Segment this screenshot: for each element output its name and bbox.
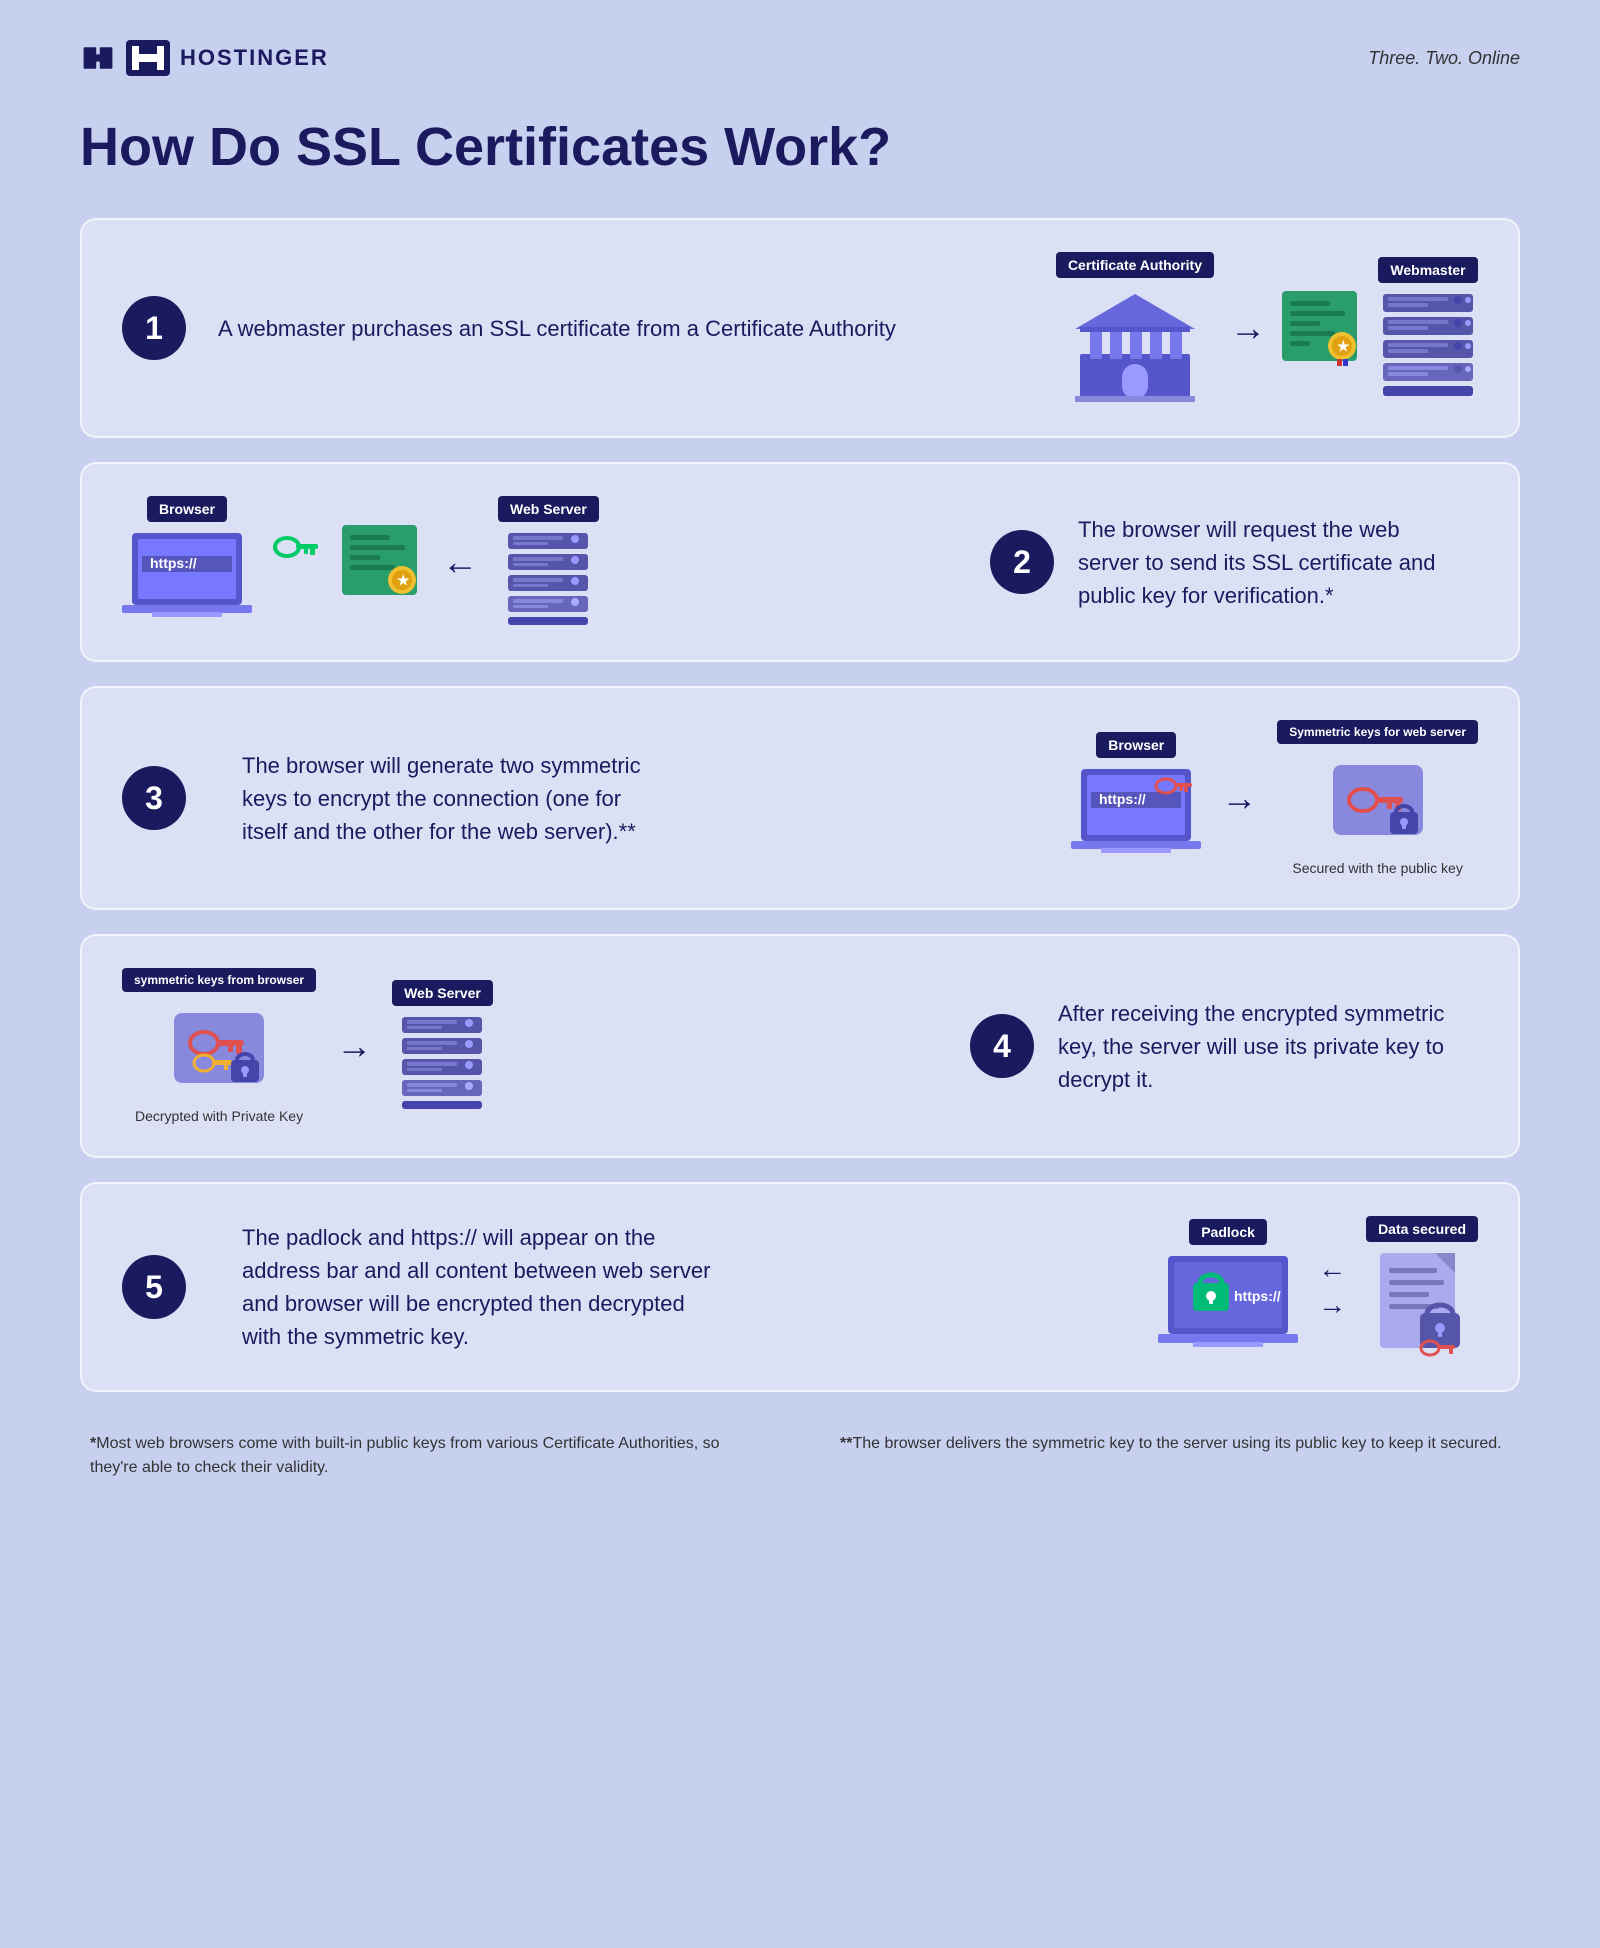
- svg-text:https://: https://: [1234, 1288, 1281, 1304]
- server-icon: [1378, 289, 1478, 399]
- step-1-webmaster-label: Webmaster: [1378, 257, 1477, 283]
- step-2-server-label: Web Server: [498, 496, 599, 522]
- step-2-browser-label: Browser: [147, 496, 227, 522]
- svg-text:★: ★: [397, 572, 410, 588]
- step-4-visual: symmetric keys from browser: [122, 968, 946, 1124]
- step-5-layout: 5 The padlock and https:// will appear o…: [122, 1216, 1478, 1358]
- cert-step2-icon: ★: [342, 525, 422, 600]
- svg-text:★: ★: [1337, 338, 1350, 354]
- step-4-box: symmetric keys from browser: [80, 934, 1520, 1158]
- footer-note-2: **The browser delivers the symmetric key…: [840, 1432, 1510, 1480]
- step-3-layout: 3 The browser will generate two symmetri…: [122, 720, 1478, 876]
- step-2-visual: Browser https://: [122, 496, 966, 628]
- key-float-icon: [272, 532, 322, 562]
- web-server-icon: [503, 528, 593, 628]
- step-4-subtext: Decrypted with Private Key: [135, 1108, 303, 1124]
- step-5-number: 5: [122, 1255, 186, 1319]
- step-3-arrow: →: [1221, 777, 1257, 819]
- step-1-box: 1 A webmaster purchases an SSL certifica…: [80, 218, 1520, 438]
- svg-text:https://: https://: [1099, 791, 1146, 807]
- step-3-browser-group: Browser https://: [1071, 732, 1201, 864]
- symkey-icon: [1328, 750, 1428, 850]
- svg-text:https://: https://: [150, 555, 197, 571]
- steps-container: 1 A webmaster purchases an SSL certifica…: [80, 218, 1520, 1392]
- step-5-padlock-label: Padlock: [1189, 1219, 1267, 1245]
- padlock-laptop-icon: https://: [1158, 1251, 1298, 1356]
- step-5-visual: Padlock https://: [742, 1216, 1478, 1358]
- step-5-arrows: ← →: [1318, 1253, 1346, 1321]
- step-4-server-group: Web Server: [392, 980, 493, 1112]
- note2-asterisk: **: [840, 1435, 852, 1452]
- step-5-datasecured-label: Data secured: [1366, 1216, 1478, 1242]
- step-3-number: 3: [122, 766, 186, 830]
- note2-text: The browser delivers the symmetric key t…: [852, 1435, 1501, 1452]
- logo-text: HOSTINGER: [180, 45, 329, 71]
- step-4-arrow: →: [336, 1025, 372, 1067]
- footer-notes: *Most web browsers come with built-in pu…: [80, 1432, 1520, 1480]
- step-1-visual: Certificate Authority: [1056, 252, 1478, 404]
- step-5-text: The padlock and https:// will appear on …: [242, 1221, 742, 1353]
- browser-laptop-icon: https://: [122, 528, 252, 628]
- datasecured-icon: [1375, 1248, 1470, 1358]
- step-3-symkey-group: Symmetric keys for web server: [1277, 720, 1478, 876]
- step-2-layout: Browser https://: [122, 496, 1478, 628]
- step-1-cert-group: ★: [1282, 291, 1362, 366]
- step-4-symkey-label: symmetric keys from browser: [122, 968, 316, 992]
- step-2-box: Browser https://: [80, 462, 1520, 662]
- building-icon: [1070, 284, 1200, 404]
- step-1-webmaster-group: Webmaster: [1378, 257, 1478, 399]
- tagline: Three. Two. Online: [1368, 48, 1520, 69]
- step-1-text: A webmaster purchases an SSL certificate…: [218, 312, 1056, 345]
- step-4-layout: symmetric keys from browser: [122, 968, 1478, 1124]
- step-3-browser-label: Browser: [1096, 732, 1176, 758]
- footer-note-1: *Most web browsers come with built-in pu…: [90, 1432, 760, 1480]
- step-2-arrow: ←: [442, 541, 478, 583]
- step-4-number: 4: [970, 1014, 1034, 1078]
- step-4-symkey-group: symmetric keys from browser: [122, 968, 316, 1124]
- step-1-ca-label: Certificate Authority: [1056, 252, 1214, 278]
- symkey2-icon: [169, 998, 269, 1098]
- step-3-symkey-label: Symmetric keys for web server: [1277, 720, 1478, 744]
- step-1-arrow: →: [1230, 307, 1266, 349]
- step-2-number: 2: [990, 530, 1054, 594]
- step-3-visual: Browser https://: [662, 720, 1478, 876]
- step-1-number: 1: [122, 296, 186, 360]
- step-5-datasecured-group: Data secured: [1366, 1216, 1478, 1358]
- step-5-box: 5 The padlock and https:// will appear o…: [80, 1182, 1520, 1392]
- step-5-padlock-group: Padlock https://: [1158, 1219, 1298, 1356]
- browser-laptop2-icon: https://: [1071, 764, 1201, 864]
- certificate-icon: ★: [1282, 291, 1362, 366]
- step-3-box: 3 The browser will generate two symmetri…: [80, 686, 1520, 910]
- step-3-text: The browser will generate two symmetric …: [242, 749, 662, 848]
- header: HOSTINGER Three. Two. Online: [80, 40, 1520, 76]
- logo: HOSTINGER: [80, 40, 329, 76]
- hostinger-logo-icon: [80, 40, 116, 76]
- step-4-text: After receiving the encrypted symmetric …: [1058, 997, 1478, 1096]
- server2-icon: [397, 1012, 487, 1112]
- step-2-text: The browser will request the web server …: [1078, 513, 1478, 612]
- note1-text: Most web browsers come with built-in pub…: [90, 1435, 720, 1476]
- step-1-ca-group: Certificate Authority: [1056, 252, 1214, 404]
- main-title: How Do SSL Certificates Work?: [80, 116, 1520, 178]
- step-3-subtext: Secured with the public key: [1292, 860, 1462, 876]
- h-logo: [126, 40, 170, 76]
- step-2-server-group: Web Server: [498, 496, 599, 628]
- step-2-browser-group: Browser https://: [122, 496, 252, 628]
- step-1-text-area: 1 A webmaster purchases an SSL certifica…: [122, 296, 1056, 360]
- step-4-server-label: Web Server: [392, 980, 493, 1006]
